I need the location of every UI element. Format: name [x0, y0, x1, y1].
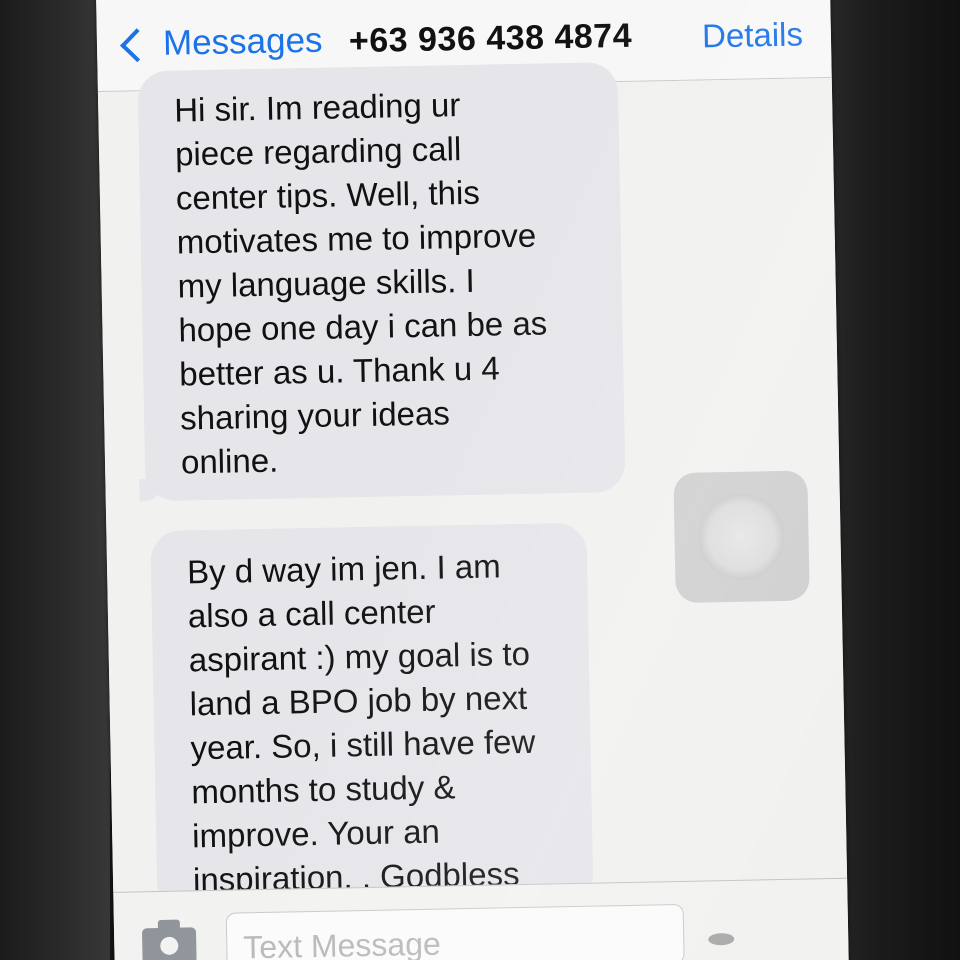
message-composer	[113, 877, 849, 960]
contact-title: +63 936 438 4874	[348, 16, 633, 61]
camera-button[interactable]	[141, 919, 197, 960]
message-line: better as u. Thank u 4	[178, 349, 501, 393]
details-button[interactable]: Details	[702, 15, 804, 55]
photo-frame: Messages +63 936 438 4874 Details Hi sir…	[0, 0, 960, 960]
back-button-label: Messages	[162, 20, 323, 63]
message-line: hope one day i can be as	[178, 304, 548, 349]
message-line: online.	[180, 441, 279, 481]
message-line: year. So, i still have few	[190, 722, 536, 767]
message-line: also a call center	[187, 592, 436, 635]
message-line: Hi sir. Im reading ur	[173, 86, 461, 129]
send-indicator-icon	[708, 932, 735, 946]
message-line: aspirant :) my goal is to	[188, 634, 531, 679]
text-message-input[interactable]	[225, 903, 685, 960]
message-line: piece regarding call	[174, 130, 462, 173]
incoming-message-bubble[interactable]: Hi sir. Im reading ur piece regarding ca…	[137, 62, 626, 502]
message-line: improve. Your an	[191, 812, 441, 855]
assistive-touch-icon	[697, 492, 786, 581]
message-line: land a BPO job by next	[189, 678, 528, 723]
message-line: center tips. Well, this	[175, 173, 481, 217]
phone-bezel-left	[0, 0, 110, 960]
conversation-area[interactable]: Hi sir. Im reading ur piece regarding ca…	[97, 62, 848, 912]
incoming-message-bubble[interactable]: By d way im jen. I am also a call center…	[150, 522, 594, 912]
message-line: By d way im jen. I am	[186, 547, 502, 591]
message-line: motivates me to improve	[176, 216, 537, 261]
message-line: months to study &	[190, 768, 456, 811]
chevron-left-icon	[120, 28, 154, 63]
message-line: sharing your ideas	[179, 394, 451, 437]
message-line: my language skills. I	[177, 261, 476, 305]
phone-screen: Messages +63 936 438 4874 Details Hi sir…	[96, 0, 849, 960]
back-button[interactable]: Messages	[120, 20, 323, 65]
assistive-touch-button[interactable]	[673, 470, 810, 604]
